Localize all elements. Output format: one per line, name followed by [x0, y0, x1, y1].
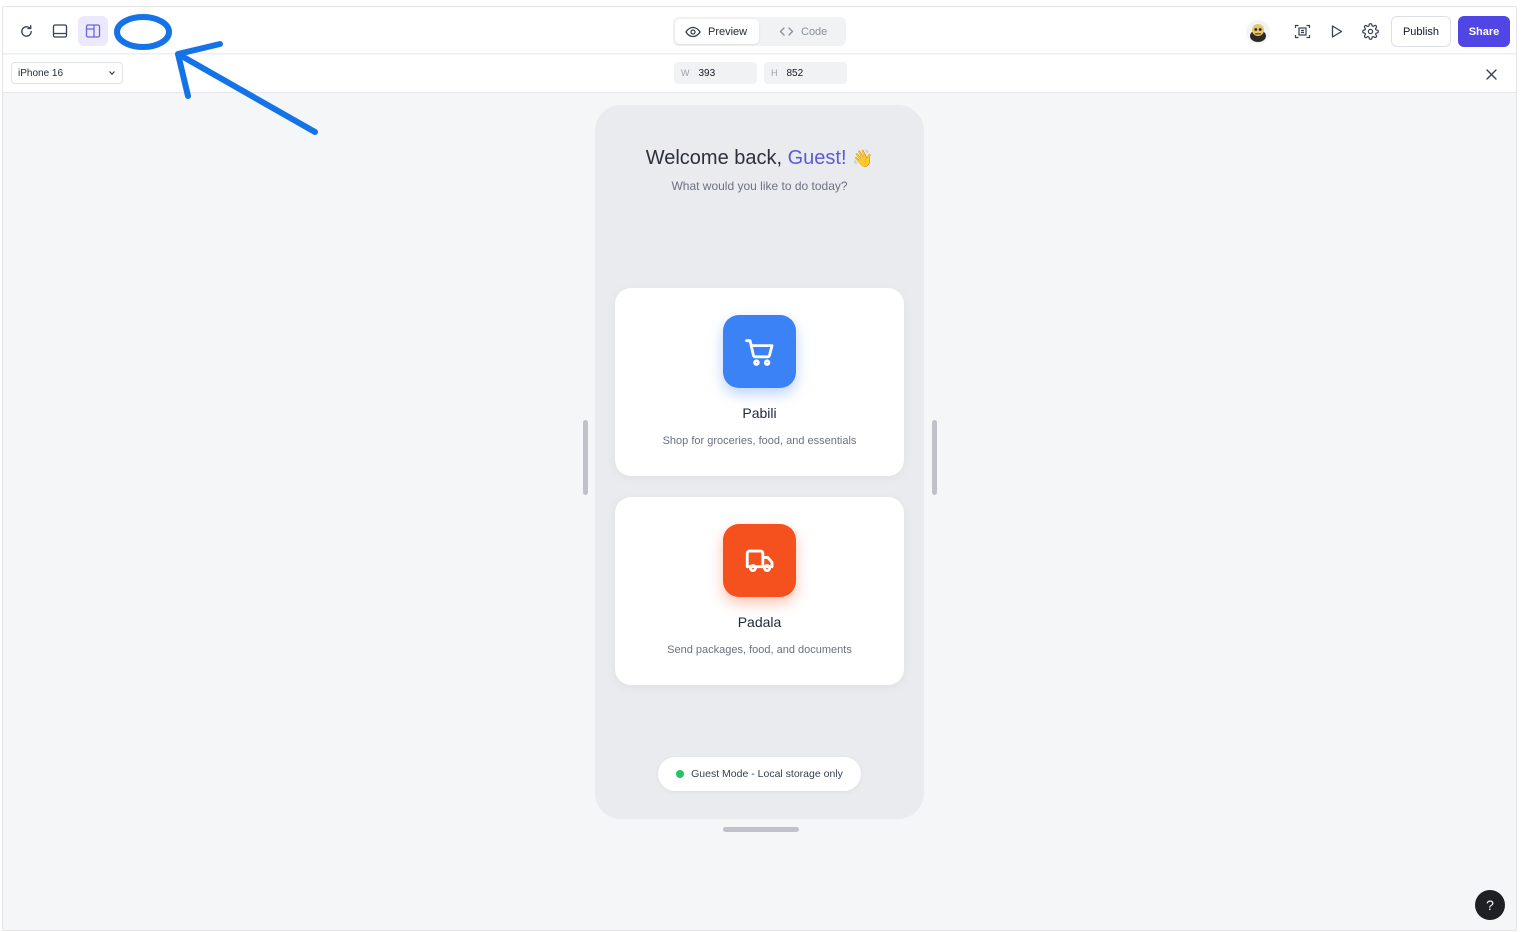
layout-single-icon[interactable] — [45, 16, 75, 46]
chevron-down-icon — [109, 71, 115, 76]
width-field-label: W — [681, 68, 690, 78]
tab-preview[interactable]: Preview — [675, 19, 759, 44]
width-field[interactable]: W 393 — [674, 62, 757, 84]
truck-icon — [723, 524, 796, 597]
guest-mode-badge: Guest Mode - Local storage only — [658, 757, 861, 791]
tab-code[interactable]: Code — [769, 19, 843, 44]
device-select[interactable]: iPhone 16 — [11, 62, 123, 84]
play-icon[interactable] — [1321, 16, 1351, 46]
height-field-value: 852 — [786, 67, 804, 79]
resize-handle-left[interactable] — [583, 420, 588, 495]
share-button[interactable]: Share — [1458, 16, 1510, 47]
welcome-subtitle: What would you like to do today? — [671, 179, 848, 193]
layout-split-icon[interactable] — [78, 16, 108, 46]
device-select-value: iPhone 16 — [18, 67, 64, 79]
card-description: Send packages, food, and documents — [667, 644, 852, 656]
welcome-heading: Welcome back, Guest! 👋 — [595, 147, 924, 170]
tab-preview-label: Preview — [708, 25, 748, 38]
guest-mode-text: Guest Mode - Local storage only — [691, 768, 843, 780]
view-toggle: Preview Code — [673, 17, 846, 46]
cart-icon — [723, 315, 796, 388]
publish-button[interactable]: Publish — [1391, 16, 1451, 47]
code-icon — [779, 27, 794, 36]
card-title: Pabili — [742, 405, 777, 421]
gear-icon[interactable] — [1355, 16, 1385, 46]
height-field[interactable]: H 852 — [764, 62, 847, 84]
close-icon[interactable] — [1482, 65, 1500, 83]
phone-preview: Welcome back, Guest! 👋 What would you li… — [595, 105, 924, 819]
height-field-label: H — [771, 68, 778, 78]
service-card-pabili[interactable]: Pabili Shop for groceries, food, and ess… — [615, 288, 904, 476]
width-field-value: 393 — [698, 67, 716, 79]
card-description: Shop for groceries, food, and essentials — [662, 435, 857, 447]
waving-hand-icon: 👋 — [852, 149, 874, 168]
welcome-prefix: Welcome back, — [645, 147, 788, 169]
device-bar: iPhone 16 W 393 H 852 — [3, 55, 1516, 93]
eye-icon — [685, 26, 701, 37]
scan-icon[interactable] — [1287, 16, 1317, 46]
help-button[interactable]: ? — [1475, 890, 1505, 920]
status-dot-icon — [676, 770, 685, 778]
avatar[interactable] — [1246, 20, 1270, 44]
card-title: Padala — [737, 614, 782, 630]
resize-handle-right[interactable] — [932, 420, 937, 495]
refresh-icon[interactable] — [11, 16, 41, 46]
welcome-name: Guest! — [787, 147, 847, 169]
service-card-padala[interactable]: Padala Send packages, food, and document… — [615, 497, 904, 685]
editor-frame: Preview Code Publish Share iPhone 16 W 3… — [2, 6, 1517, 931]
resize-handle-bottom[interactable] — [723, 827, 799, 832]
tab-code-label: Code — [801, 25, 828, 38]
top-toolbar: Preview Code Publish Share — [3, 7, 1516, 54]
